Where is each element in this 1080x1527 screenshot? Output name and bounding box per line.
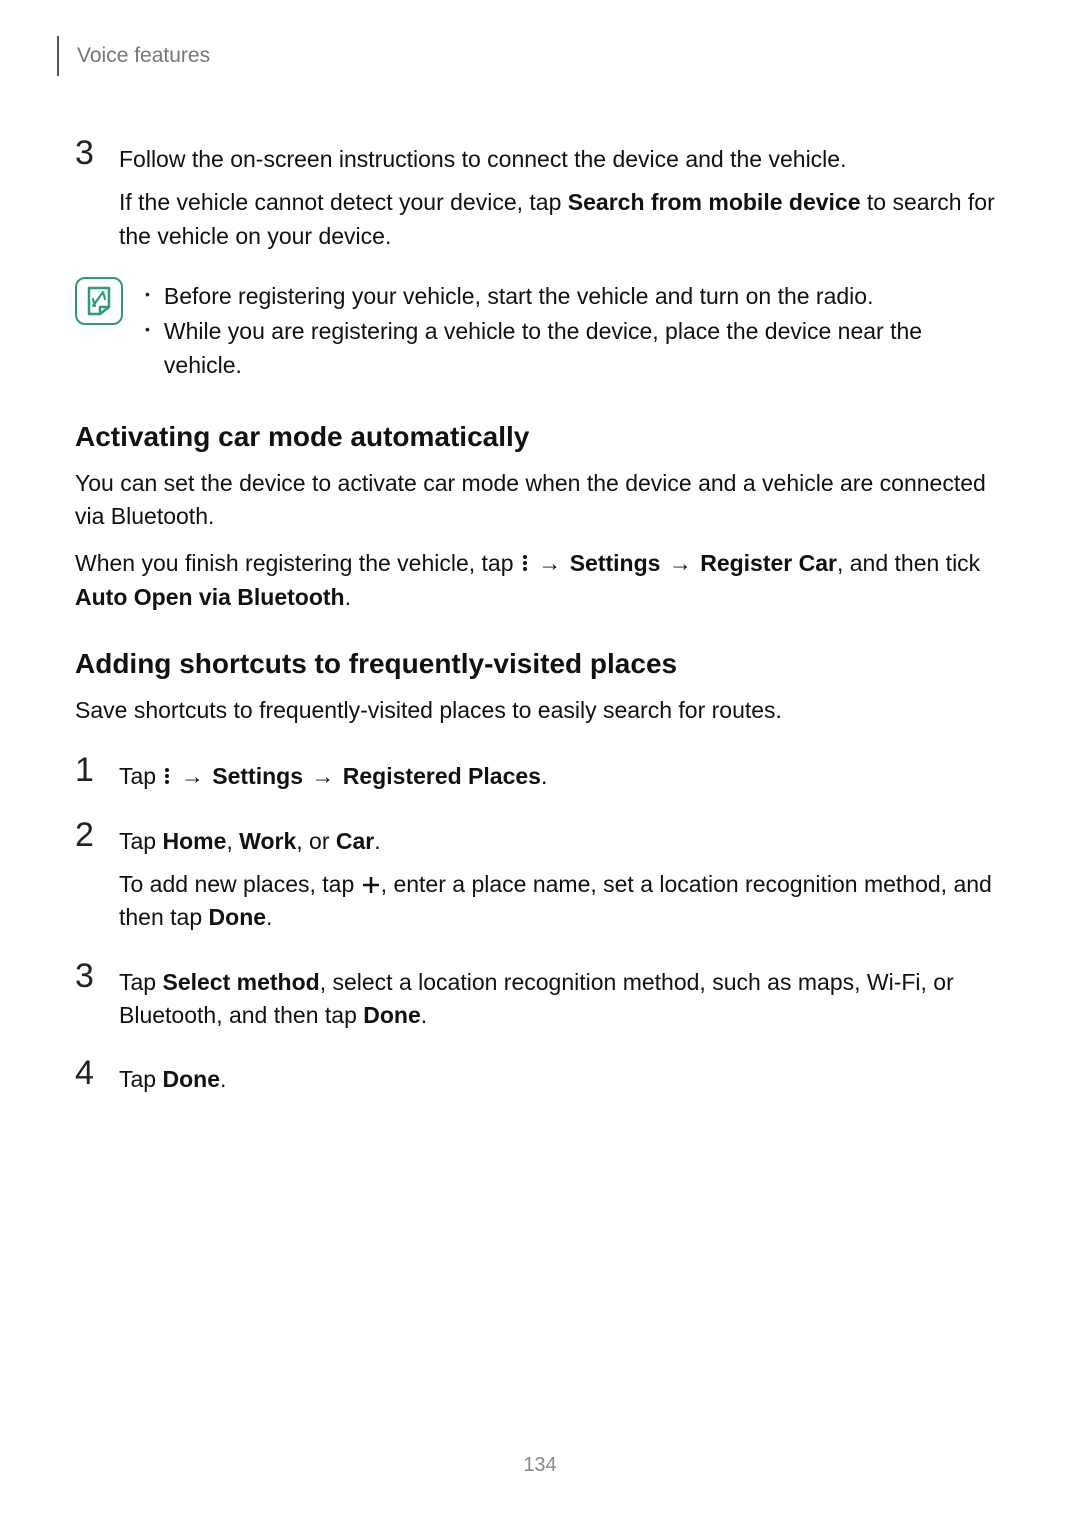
- bold-search-from-mobile: Search from mobile device: [568, 189, 861, 215]
- more-options-icon: [162, 766, 172, 786]
- step-3-connect: 3 Follow the on-screen instructions to c…: [75, 136, 1005, 263]
- step-1-tap-settings: 1 Tap → Settings → Registered Places.: [75, 753, 1005, 803]
- step-body: Tap Select method, select a location rec…: [119, 959, 1005, 1043]
- bullet-icon: •: [145, 314, 164, 383]
- heading-adding-shortcuts: Adding shortcuts to frequently-visited p…: [75, 648, 1005, 680]
- page-header: Voice features: [57, 36, 1005, 76]
- section1-p2: When you finish registering the vehicle,…: [75, 547, 1005, 614]
- step-number: 3: [75, 959, 119, 993]
- step-4-tap-done: 4 Tap Done.: [75, 1056, 1005, 1106]
- page-number: 134: [0, 1454, 1080, 1477]
- step-3-select-method: 3 Tap Select method, select a location r…: [75, 959, 1005, 1043]
- bold-select-method: Select method: [162, 969, 319, 995]
- bold-done: Done: [209, 904, 267, 930]
- note-item: •Before registering your vehicle, start …: [145, 279, 1005, 314]
- step-3-line1: Follow the on-screen instructions to con…: [119, 143, 1005, 176]
- step-number: 4: [75, 1056, 119, 1090]
- bold-settings: Settings: [212, 763, 303, 789]
- bold-settings: Settings: [570, 550, 661, 576]
- step-body: Tap → Settings → Registered Places.: [119, 753, 547, 803]
- step-3-line2: If the vehicle cannot detect your device…: [119, 186, 1005, 253]
- note-list: •Before registering your vehicle, start …: [145, 277, 1005, 383]
- bold-register-car: Register Car: [700, 550, 837, 576]
- bold-car: Car: [336, 828, 374, 854]
- bold-work: Work: [239, 828, 296, 854]
- step-2-tap-home-work-car: 2 Tap Home, Work, or Car. To add new pla…: [75, 818, 1005, 945]
- section2-p1: Save shortcuts to frequently-visited pla…: [75, 694, 1005, 727]
- bold-registered-places: Registered Places: [343, 763, 541, 789]
- heading-activating-car-mode: Activating car mode automatically: [75, 421, 1005, 453]
- bold-done: Done: [363, 1002, 421, 1028]
- bullet-icon: •: [145, 279, 164, 314]
- step-number: 2: [75, 818, 119, 852]
- plus-icon: [361, 875, 381, 895]
- more-options-icon: [520, 553, 530, 573]
- note-icon: [75, 277, 123, 325]
- step-body: Tap Home, Work, or Car. To add new place…: [119, 818, 1005, 945]
- bold-done: Done: [162, 1066, 220, 1092]
- bold-auto-open: Auto Open via Bluetooth: [75, 584, 345, 610]
- step-body: Follow the on-screen instructions to con…: [119, 136, 1005, 263]
- header-title: Voice features: [77, 44, 210, 68]
- step-number: 3: [75, 136, 119, 170]
- step-number: 1: [75, 753, 119, 787]
- note-block: •Before registering your vehicle, start …: [75, 277, 1005, 383]
- section1-p1: You can set the device to activate car m…: [75, 467, 1005, 534]
- bold-home: Home: [162, 828, 226, 854]
- note-item: •While you are registering a vehicle to …: [145, 314, 1005, 383]
- step-body: Tap Done.: [119, 1056, 226, 1106]
